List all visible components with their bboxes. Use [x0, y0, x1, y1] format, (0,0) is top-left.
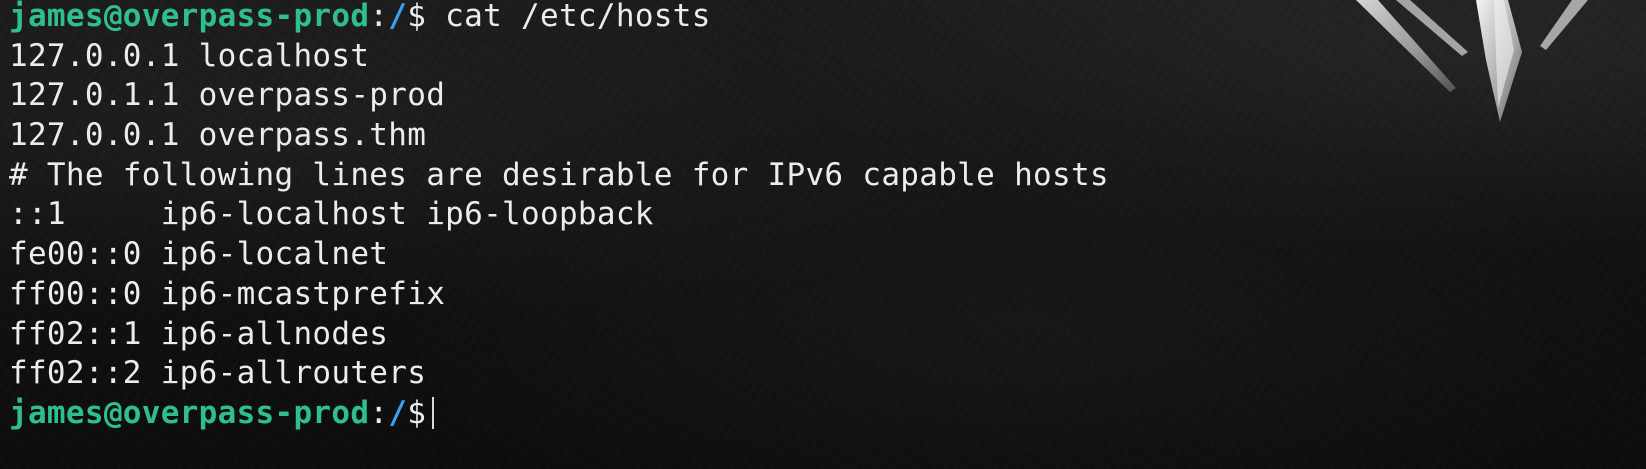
- output-line: ff00::0 ip6-mcastprefix: [9, 275, 446, 312]
- wallpaper-blades-icon: [1356, 0, 1588, 122]
- command-line: james@overpass-prod:/$ cat /etc/hosts: [9, 0, 1109, 37]
- prompt-path: /: [388, 394, 408, 431]
- prompt-user: james@overpass-prod: [9, 394, 370, 431]
- output-line: ff02::2 ip6-allrouters: [9, 355, 427, 392]
- command-text: cat /etc/hosts: [426, 0, 711, 34]
- text-cursor: [432, 396, 435, 429]
- terminal-output[interactable]: james@overpass-prod:/$ cat /etc/hosts 127…: [9, 0, 1109, 434]
- output-line: 127.0.0.1 localhost: [9, 37, 370, 74]
- terminal-window[interactable]: james@overpass-prod:/$ cat /etc/hosts 127…: [0, 0, 1646, 469]
- prompt-path: /: [388, 0, 408, 34]
- prompt-user: james@overpass-prod: [9, 0, 370, 34]
- prompt-separator: :: [369, 394, 389, 431]
- output-line: ::1 ip6-localhost ip6-loopback: [9, 196, 654, 233]
- prompt-symbol: $: [407, 0, 427, 34]
- output-line: fe00::0 ip6-localnet: [9, 236, 389, 273]
- output-line: # The following lines are desirable for …: [9, 156, 1109, 193]
- prompt-symbol: $: [407, 394, 427, 431]
- prompt-line[interactable]: james@overpass-prod:/$: [9, 394, 1109, 434]
- output-line: 127.0.1.1 overpass-prod: [9, 77, 446, 114]
- output-line: 127.0.0.1 overpass.thm: [9, 117, 427, 154]
- prompt-separator: :: [369, 0, 389, 34]
- output-line: ff02::1 ip6-allnodes: [9, 315, 389, 352]
